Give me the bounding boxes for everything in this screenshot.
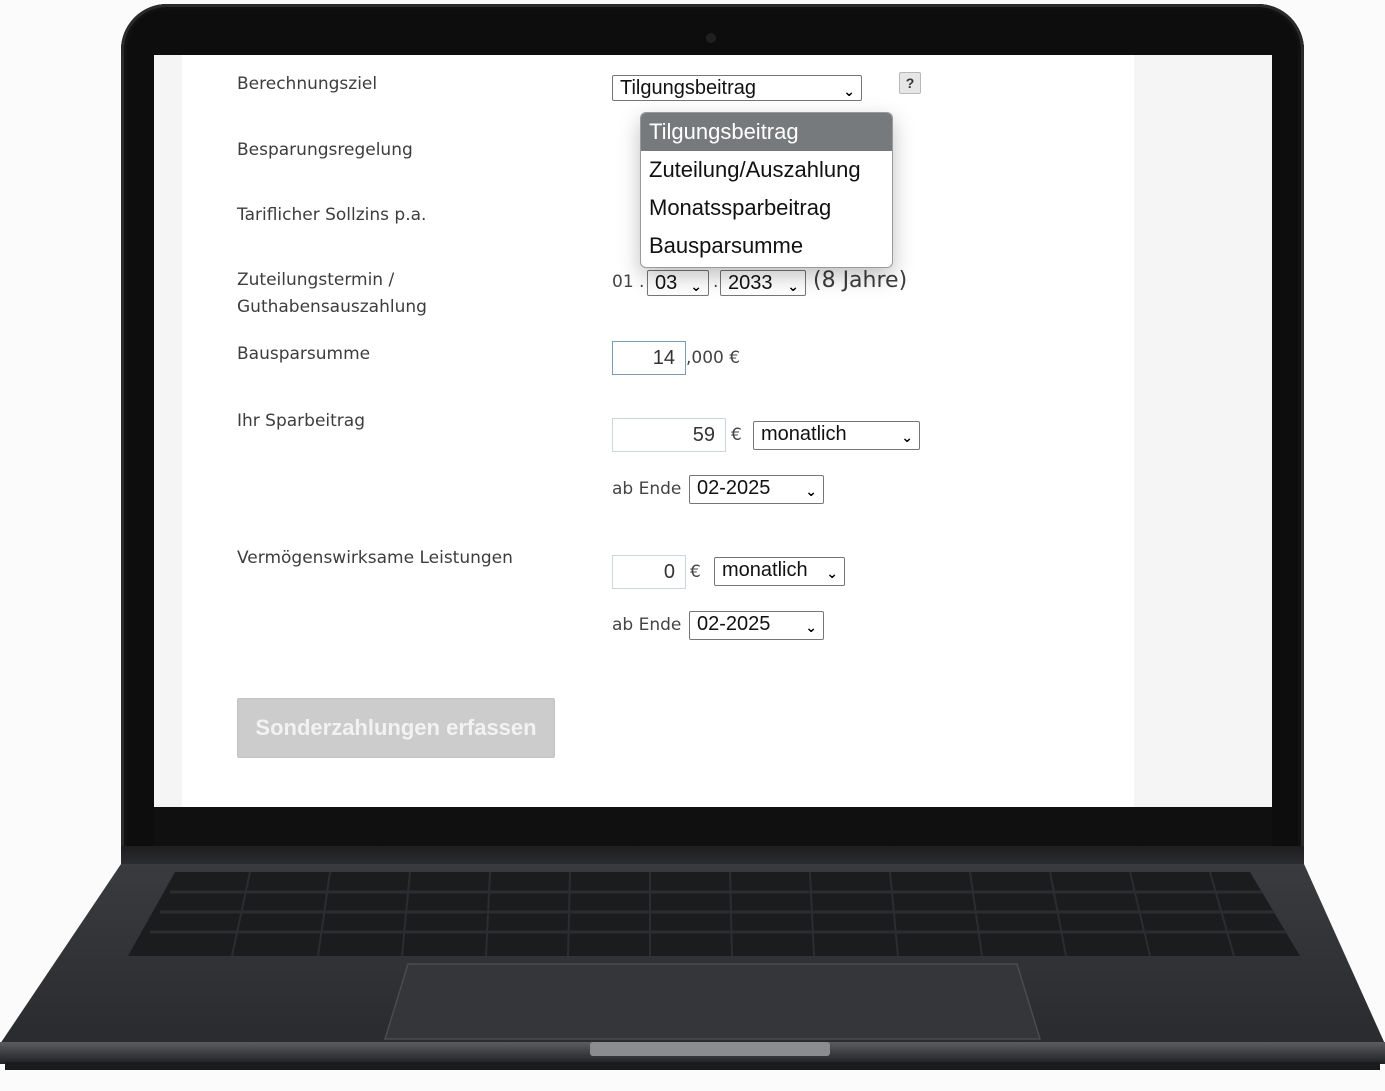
besparungsregelung-label: Besparungsregelung: [237, 140, 413, 160]
month-value: 03: [655, 272, 678, 294]
berechnungsziel-dropdown: Tilgungsbeitrag Zuteilung/Auszahlung Mon…: [640, 112, 893, 268]
sparbeitrag-interval-value: monatlich: [761, 423, 847, 445]
duration-text: (8 Jahre): [813, 268, 908, 293]
berechnungsziel-value: Tilgungsbeitrag: [620, 77, 757, 99]
vl-input[interactable]: 0: [612, 555, 686, 589]
month-select[interactable]: 03 ⌄: [647, 270, 709, 296]
chevron-down-icon: ⌄: [805, 620, 817, 636]
berechnungsziel-select[interactable]: Tilgungsbeitrag ⌄: [612, 75, 862, 101]
year-select[interactable]: 2033 ⌄: [720, 270, 806, 296]
sparbeitrag-ab-ende-label: ab Ende: [612, 479, 682, 499]
bausparsumme-input[interactable]: 14: [612, 341, 686, 375]
sollzins-label: Tariflicher Sollzins p.a.: [237, 205, 427, 225]
chevron-down-icon: ⌄: [690, 279, 702, 295]
camera-icon: [707, 34, 715, 42]
vl-interval-value: monatlich: [722, 559, 808, 581]
zuteilungstermin-label: Zuteilungstermin /: [237, 270, 395, 290]
dropdown-option-zuteilung[interactable]: Zuteilung/Auszahlung: [641, 151, 892, 189]
sonderzahlungen-button[interactable]: Sonderzahlungen erfassen: [237, 698, 555, 758]
year-value: 2033: [728, 272, 773, 294]
laptop-base: [0, 864, 1385, 1091]
date-separator: .: [713, 272, 719, 292]
sparbeitrag-ab-ende-select[interactable]: 02-2025 ⌄: [689, 475, 824, 504]
berechnungsziel-label: Berechnungsziel: [237, 74, 378, 94]
vl-interval-select[interactable]: monatlich ⌄: [714, 557, 845, 586]
dropdown-option-monatssparbeitrag[interactable]: Monatssparbeitrag: [641, 189, 892, 227]
chevron-down-icon: ⌄: [826, 566, 838, 582]
chevron-down-icon: ⌄: [901, 430, 913, 446]
screen: Berechnungsziel Tilgungsbeitrag ⌄ ? Besp…: [154, 55, 1272, 807]
vl-label: Vermögenswirksame Leistungen: [237, 548, 513, 568]
sparbeitrag-interval-select[interactable]: monatlich ⌄: [753, 421, 920, 450]
dropdown-option-bausparsumme[interactable]: Bausparsumme: [641, 227, 892, 265]
chevron-down-icon: ⌄: [787, 279, 799, 295]
day-prefix: 01 .: [612, 272, 645, 292]
bausparsumme-label: Bausparsumme: [237, 344, 371, 364]
vl-currency: €: [690, 562, 701, 582]
laptop-hinge: [121, 846, 1304, 866]
vl-ab-ende-label: ab Ende: [612, 615, 682, 635]
guthabensauszahlung-label: Guthabensauszahlung: [237, 297, 427, 317]
help-button[interactable]: ?: [899, 72, 921, 94]
vl-ab-ende-select[interactable]: 02-2025 ⌄: [689, 611, 824, 640]
sparbeitrag-currency: €: [731, 425, 742, 445]
sparbeitrag-label: Ihr Sparbeitrag: [237, 411, 366, 431]
vl-ab-ende-value: 02-2025: [697, 613, 771, 635]
sparbeitrag-ab-ende-value: 02-2025: [697, 477, 771, 499]
chevron-down-icon: ⌄: [805, 484, 817, 500]
bausparsumme-suffix: ,000 €: [686, 348, 741, 368]
chevron-down-icon: ⌄: [843, 84, 855, 100]
sparbeitrag-input[interactable]: 59: [612, 418, 726, 452]
calculator-form: Berechnungsziel Tilgungsbeitrag ⌄ ? Besp…: [182, 55, 1134, 807]
dropdown-option-tilgungsbeitrag[interactable]: Tilgungsbeitrag: [641, 113, 892, 151]
